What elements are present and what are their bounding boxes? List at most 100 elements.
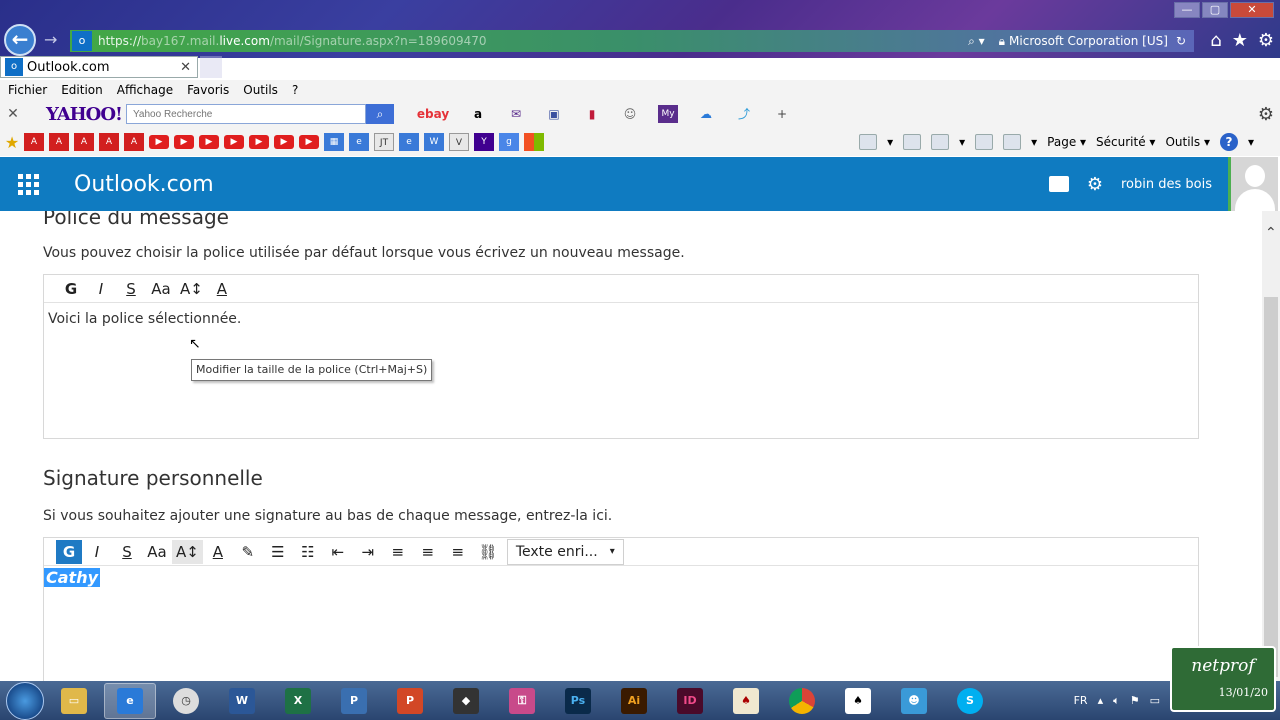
font-color-button[interactable]: A (203, 540, 233, 564)
fav-google-icon[interactable]: g (499, 133, 519, 151)
taskbar-excel[interactable]: X (272, 683, 324, 719)
align-center-icon[interactable]: ≡ (413, 540, 443, 564)
bold-button[interactable]: G (56, 539, 82, 564)
taskbar-spider[interactable]: ♠ (832, 683, 884, 719)
certificate-label[interactable]: Microsoft Corporation [US] (1009, 34, 1168, 48)
font-size-button[interactable]: A↕ (172, 539, 203, 564)
fav-adobe-icon[interactable]: A (124, 133, 144, 151)
taskbar-messenger[interactable]: ☻ (888, 683, 940, 719)
fav-site-icon[interactable]: W (424, 133, 444, 151)
bold-button[interactable]: G (56, 277, 86, 301)
taskbar-skype[interactable]: S (944, 683, 996, 719)
taskbar-powerpoint[interactable]: P (384, 683, 436, 719)
taskbar-word[interactable]: W (216, 683, 268, 719)
page-menu[interactable]: Page ▾ (1047, 135, 1086, 149)
scrollbar-thumb[interactable] (1264, 297, 1278, 677)
fav-adobe-icon[interactable]: A (74, 133, 94, 151)
outlook-brand[interactable]: Outlook.com (74, 172, 214, 197)
page-scrollbar[interactable]: ⌃ (1262, 211, 1280, 681)
tray-expand-icon[interactable]: ▴ (1098, 694, 1104, 707)
yahoo-search-input[interactable] (126, 104, 366, 124)
security-menu[interactable]: Sécurité ▾ (1096, 135, 1155, 149)
news-icon[interactable]: ▣ (544, 105, 564, 123)
menu-fichier[interactable]: Fichier (8, 83, 47, 97)
dropdown-icon[interactable]: ▾ (959, 135, 965, 149)
rss-icon[interactable] (931, 134, 950, 150)
home-icon[interactable]: ⌂ (1210, 30, 1221, 51)
link-icon[interactable]: ⛓ (473, 540, 503, 564)
taskbar-clock[interactable]: ◷ (160, 683, 212, 719)
menu-favoris[interactable]: Favoris (187, 83, 229, 97)
tab-outlook[interactable]: o Outlook.com ✕ (0, 56, 198, 78)
fav-adobe-icon[interactable]: A (49, 133, 69, 151)
underline-button[interactable]: S (116, 277, 146, 301)
fav-youtube-icon[interactable]: ▶ (224, 135, 244, 149)
italic-button[interactable]: I (82, 540, 112, 564)
taskbar-solitaire[interactable]: ♠ (720, 683, 772, 719)
font-size-button[interactable]: A↕ (176, 277, 207, 301)
tools-gear-icon[interactable]: ⚙ (1258, 30, 1274, 51)
fav-youtube-icon[interactable]: ▶ (174, 135, 194, 149)
dropdown-icon[interactable]: ▾ (1248, 135, 1254, 149)
taskbar-keys[interactable]: ⚿ (496, 683, 548, 719)
format-select[interactable]: Texte enri... ▾ (506, 538, 624, 565)
home-cmd-icon[interactable] (859, 134, 878, 150)
menu-help[interactable]: ? (292, 83, 298, 97)
italic-button[interactable]: I (86, 277, 116, 301)
language-indicator[interactable]: FR (1074, 694, 1088, 707)
back-button[interactable]: ← (4, 24, 36, 56)
toolbar-close-icon[interactable]: ✕ (0, 106, 26, 122)
my-yahoo-icon[interactable]: My (658, 105, 678, 123)
settings-gear-icon[interactable]: ⚙ (1087, 174, 1103, 195)
fav-ie-icon[interactable]: e (399, 133, 419, 151)
taskbar-publisher[interactable]: P (328, 683, 380, 719)
hand-icon[interactable] (903, 134, 922, 150)
fav-site-icon[interactable]: JT (374, 133, 394, 151)
favorites-icon[interactable]: ★ (0, 133, 24, 152)
fav-adobe-icon[interactable]: A (99, 133, 119, 151)
align-right-icon[interactable]: ≡ (443, 540, 473, 564)
add-shortcut-icon[interactable]: + (772, 105, 792, 123)
user-name[interactable]: robin des bois (1121, 177, 1212, 192)
forward-button[interactable]: → (44, 30, 57, 49)
yahoo-logo[interactable]: YAHOO! (26, 104, 123, 125)
app-launcher-icon[interactable] (0, 157, 56, 211)
minimize-button[interactable]: — (1174, 2, 1200, 18)
fav-youtube-icon[interactable]: ▶ (299, 135, 319, 149)
fav-youtube-icon[interactable]: ▶ (274, 135, 294, 149)
print-icon[interactable] (1003, 134, 1022, 150)
menu-affichage[interactable]: Affichage (117, 83, 173, 97)
font-color-button[interactable]: A (207, 277, 237, 301)
taskbar-explorer[interactable]: ▭ (48, 683, 100, 719)
dropdown-icon[interactable]: ▾ (1031, 135, 1037, 149)
fav-site-icon[interactable]: ▦ (324, 133, 344, 151)
address-url[interactable]: https://bay167.mail.live.com/mail/Signat… (98, 34, 968, 48)
mail-cmd-icon[interactable] (975, 134, 994, 150)
menu-outils[interactable]: Outils (243, 83, 278, 97)
yahoo-settings-icon[interactable]: ⚙ (1258, 104, 1274, 125)
search-icon[interactable]: ⌕ ▾ (968, 34, 985, 49)
tab-close-icon[interactable]: ✕ (180, 60, 191, 75)
fav-youtube-icon[interactable]: ▶ (249, 135, 269, 149)
font-button[interactable]: Aa (146, 277, 176, 301)
signature-input[interactable]: Cathy (44, 566, 1198, 595)
signature-text[interactable]: Cathy (44, 568, 101, 587)
taskbar-indesign[interactable]: ID (664, 683, 716, 719)
font-button[interactable]: Aa (142, 540, 172, 564)
fav-adobe-icon[interactable]: A (24, 133, 44, 151)
increase-indent-icon[interactable]: ⇥ (353, 540, 383, 564)
address-bar[interactable]: o https://bay167.mail.live.com/mail/Sign… (70, 30, 1194, 52)
chat-icon[interactable] (1048, 176, 1069, 192)
maximize-button[interactable]: ▢ (1202, 2, 1228, 18)
bullet-list-icon[interactable]: ☷ (293, 540, 323, 564)
start-button[interactable] (6, 681, 44, 720)
decrease-indent-icon[interactable]: ⇤ (323, 540, 353, 564)
fav-youtube-icon[interactable]: ▶ (199, 135, 219, 149)
align-left-icon[interactable]: ≡ (383, 540, 413, 564)
smiley-icon[interactable]: ☺ (620, 105, 640, 123)
help-icon[interactable]: ? (1219, 133, 1238, 151)
new-tab-button[interactable] (200, 56, 222, 78)
mail-icon[interactable]: ✉ (506, 105, 526, 123)
numbered-list-icon[interactable]: ☰ (263, 540, 293, 564)
highlight-icon[interactable]: ✎ (233, 540, 263, 564)
